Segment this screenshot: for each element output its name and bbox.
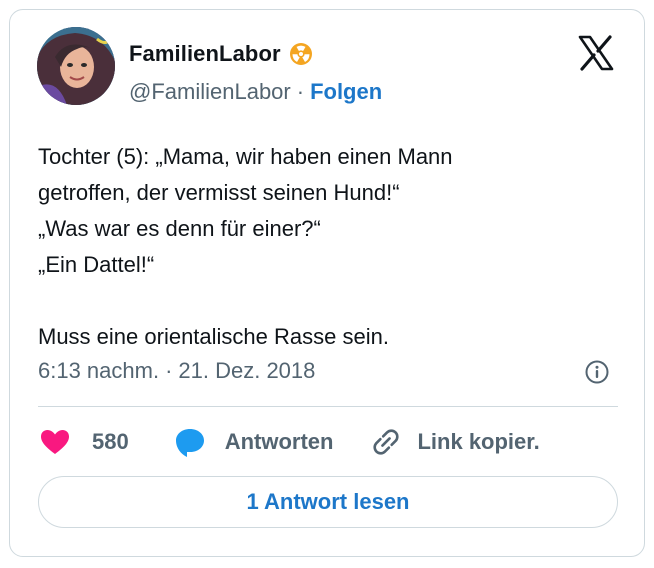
copy-link-button[interactable]: Link kopier. [369, 425, 540, 459]
tweet-line-blank [38, 283, 618, 319]
speech-bubble-icon [175, 429, 204, 457]
tweet-line: „Ein Dattel!“ [38, 252, 155, 277]
tweet-line: Tochter (5): „Mama, wir haben einen Mann [38, 144, 453, 169]
tweet-line: Muss eine orientalische Rasse sein. [38, 324, 389, 349]
tweet-line: getroffen, der vermisst seinen Hund!“ [38, 180, 400, 205]
like-count: 580 [92, 429, 129, 454]
x-logo-icon[interactable] [578, 35, 614, 71]
author-handle[interactable]: @FamilienLabor [129, 79, 291, 105]
timestamp-separator: · [165, 358, 173, 383]
radioactive-badge-icon [289, 43, 312, 65]
info-icon[interactable] [584, 359, 610, 385]
heart-icon [41, 430, 69, 454]
author-handle-row: @FamilienLabor · Folgen [129, 79, 382, 105]
author-display-name[interactable]: FamilienLabor [129, 41, 281, 67]
follow-link[interactable]: Folgen [310, 79, 382, 105]
avatar-image [37, 27, 115, 105]
tweet-date: 21. Dez. 2018 [178, 358, 316, 383]
tweet-line: „Was war es denn für einer?“ [38, 216, 321, 241]
like-button[interactable]: 580 [38, 425, 129, 459]
read-replies-label: 1 Antwort lesen [246, 489, 410, 514]
link-icon [373, 429, 400, 455]
tweet-timestamp[interactable]: 6:13 nachm. · 21. Dez. 2018 [38, 358, 315, 384]
author-name-row: FamilienLabor [129, 41, 313, 67]
avatar[interactable] [37, 27, 115, 105]
copy-link-label: Link kopier. [417, 429, 540, 454]
reply-button[interactable]: Antworten [173, 425, 334, 459]
divider [38, 406, 618, 407]
read-replies-button[interactable]: 1 Antwort lesen [38, 476, 618, 528]
tweet-time: 6:13 nachm. [38, 358, 160, 383]
tweet-text: Tochter (5): „Mama, wir haben einen Mann… [38, 139, 618, 355]
action-bar: 580 Antworten Link kopier. [38, 422, 540, 462]
handle-separator: · [296, 79, 305, 104]
reply-label: Antworten [224, 429, 334, 454]
